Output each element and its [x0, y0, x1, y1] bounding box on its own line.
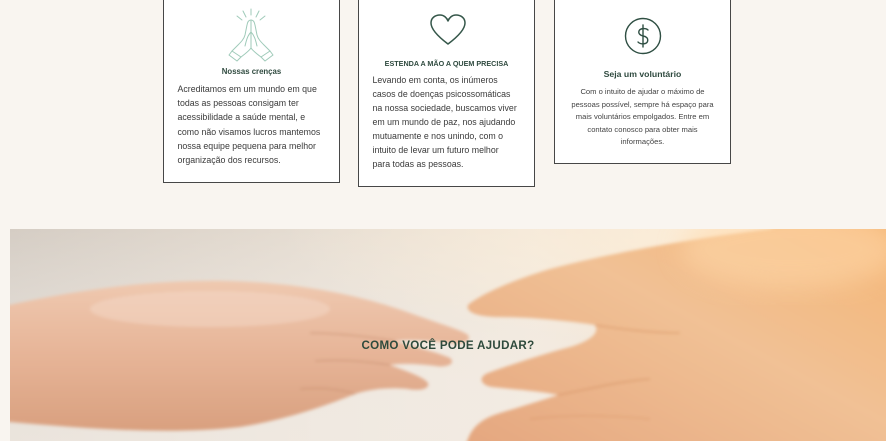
- card-text-line: acessibilidade a saúde mental, e: [177, 112, 306, 123]
- card-text-line: mais voluntários empolgados. Entre em: [575, 112, 710, 121]
- dollar-coin-icon: [624, 17, 661, 55]
- banner-photo: [10, 229, 886, 441]
- card-text-line: mutuamente e nos unindo, com o: [372, 131, 504, 141]
- card-text-line: organização dos recursos.: [177, 155, 281, 166]
- card-text-line: como não visamos lucros mantemos: [177, 126, 321, 137]
- card-text-line: para todas as pessoas.: [372, 159, 464, 169]
- card-text-line: contato conosco para obter mais: [587, 124, 698, 134]
- card-text: Acreditamos em um mundo em que todas as …: [178, 82, 321, 167]
- card-reach-out: ESTENDA A MÃO A QUEM PRECISA Levando em …: [358, 0, 535, 187]
- card-text-line: pessoas possível, sempre há espaço para: [571, 99, 714, 109]
- banner-title: COMO VOCÊ PODE AJUDAR?: [361, 339, 535, 352]
- card-text-line: casos de doenças psicossomáticas: [372, 89, 511, 99]
- card-text-line: informações.: [620, 137, 665, 146]
- card-text-line: na nossa sociedade, buscamos viver: [372, 103, 517, 113]
- card-text-line: nossa equipe pequena para melhor: [177, 140, 316, 151]
- card-title: Nossas crenças: [221, 67, 282, 76]
- card-beliefs: Nossas crenças Acreditamos em um mundo e…: [163, 0, 340, 183]
- card-title: Seja um voluntário: [603, 69, 682, 79]
- card-text: Com o intuito de ajudar o máximo de pess…: [555, 86, 730, 149]
- card-text-line: Com o intuito de ajudar o máximo de: [580, 87, 705, 96]
- card-text-line: Levando em conta, os inúmeros: [372, 75, 498, 85]
- card-title: ESTENDA A MÃO A QUEM PRECISA: [384, 59, 509, 68]
- card-text: Levando em conta, os inúmeros casos de d…: [373, 73, 517, 171]
- heart-icon: [429, 14, 466, 45]
- card-text-line: Acreditamos em um mundo em que: [177, 84, 317, 94]
- card-text-line: todas as pessoas consigam ter: [177, 98, 299, 109]
- card-text-line: em um mundo de paz, nos ajudando: [372, 117, 516, 127]
- praying-hands-icon: [228, 8, 273, 62]
- help-banner: COMO VOCÊ PODE AJUDAR?: [10, 229, 886, 441]
- card-text-line: intuito de levar um futuro melhor: [372, 145, 499, 155]
- card-volunteer: Seja um voluntário Com o intuito de ajud…: [554, 0, 731, 164]
